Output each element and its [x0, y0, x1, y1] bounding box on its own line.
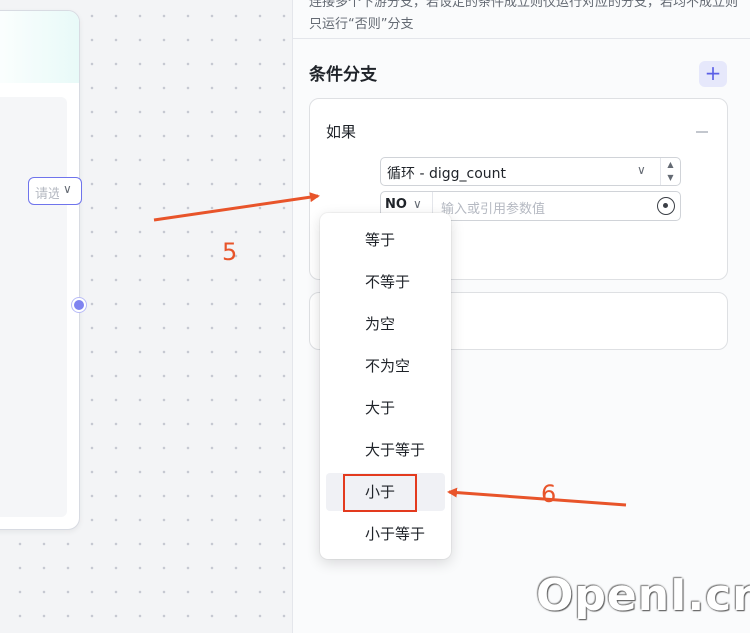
annotation-step-5: 5 — [222, 238, 238, 266]
annotation-arrows — [153, 192, 627, 507]
watermark-logo: OpenI.cn — [536, 570, 750, 621]
annotation-step-6: 6 — [541, 480, 557, 508]
arrow-5 — [153, 192, 320, 222]
arrow-6 — [447, 487, 627, 507]
